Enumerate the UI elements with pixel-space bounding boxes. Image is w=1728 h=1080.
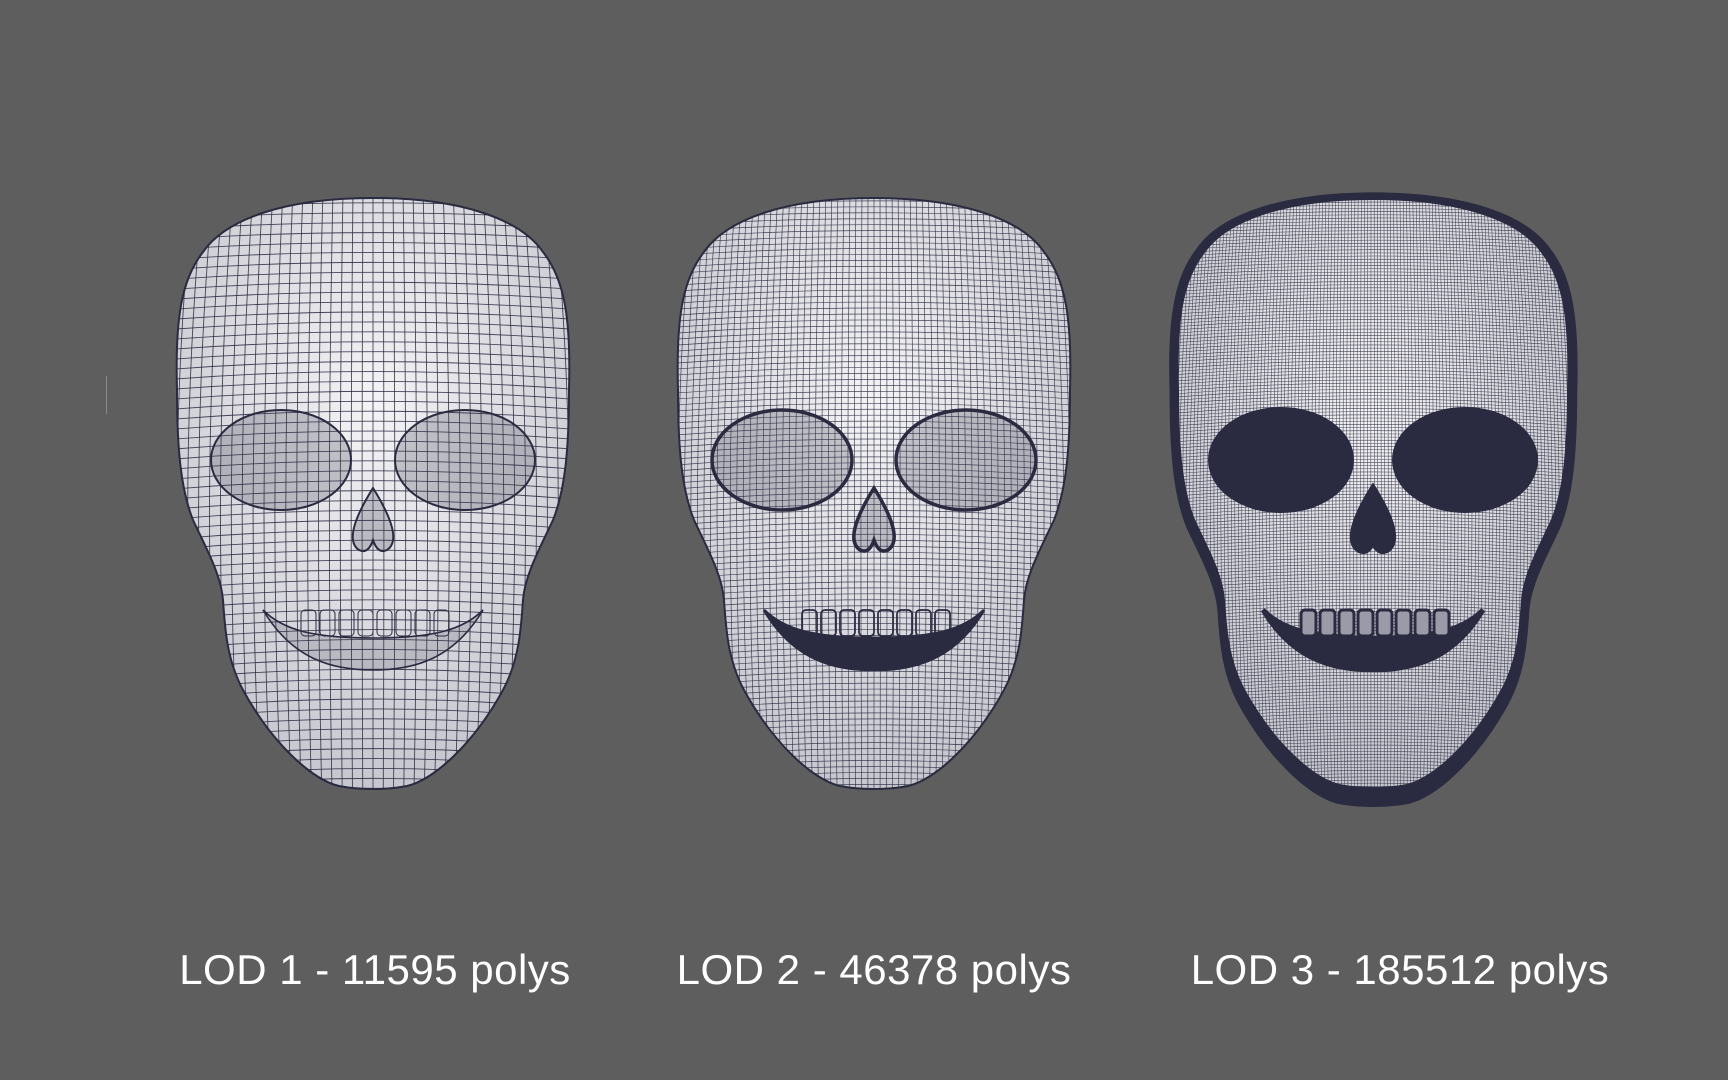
wireframe-skull-icon xyxy=(175,196,571,790)
skull-lod2-model xyxy=(664,190,1084,840)
lod1-label: LOD 1 - 11595 polys xyxy=(179,946,571,993)
viewport: LOD 1 - 11595 polys LOD 2 - 46378 polys … xyxy=(0,0,1728,1080)
wireframe-skull-icon xyxy=(676,196,1072,790)
lod2-label: LOD 2 - 46378 polys xyxy=(676,946,1072,993)
skull-lod1-model xyxy=(163,190,583,840)
lod3-label: LOD 3 - 185512 polys xyxy=(1190,946,1610,993)
skull-lod3-model xyxy=(1163,190,1583,840)
wireframe-skull-icon xyxy=(1169,192,1578,807)
viewport-tick-mark xyxy=(106,376,107,414)
